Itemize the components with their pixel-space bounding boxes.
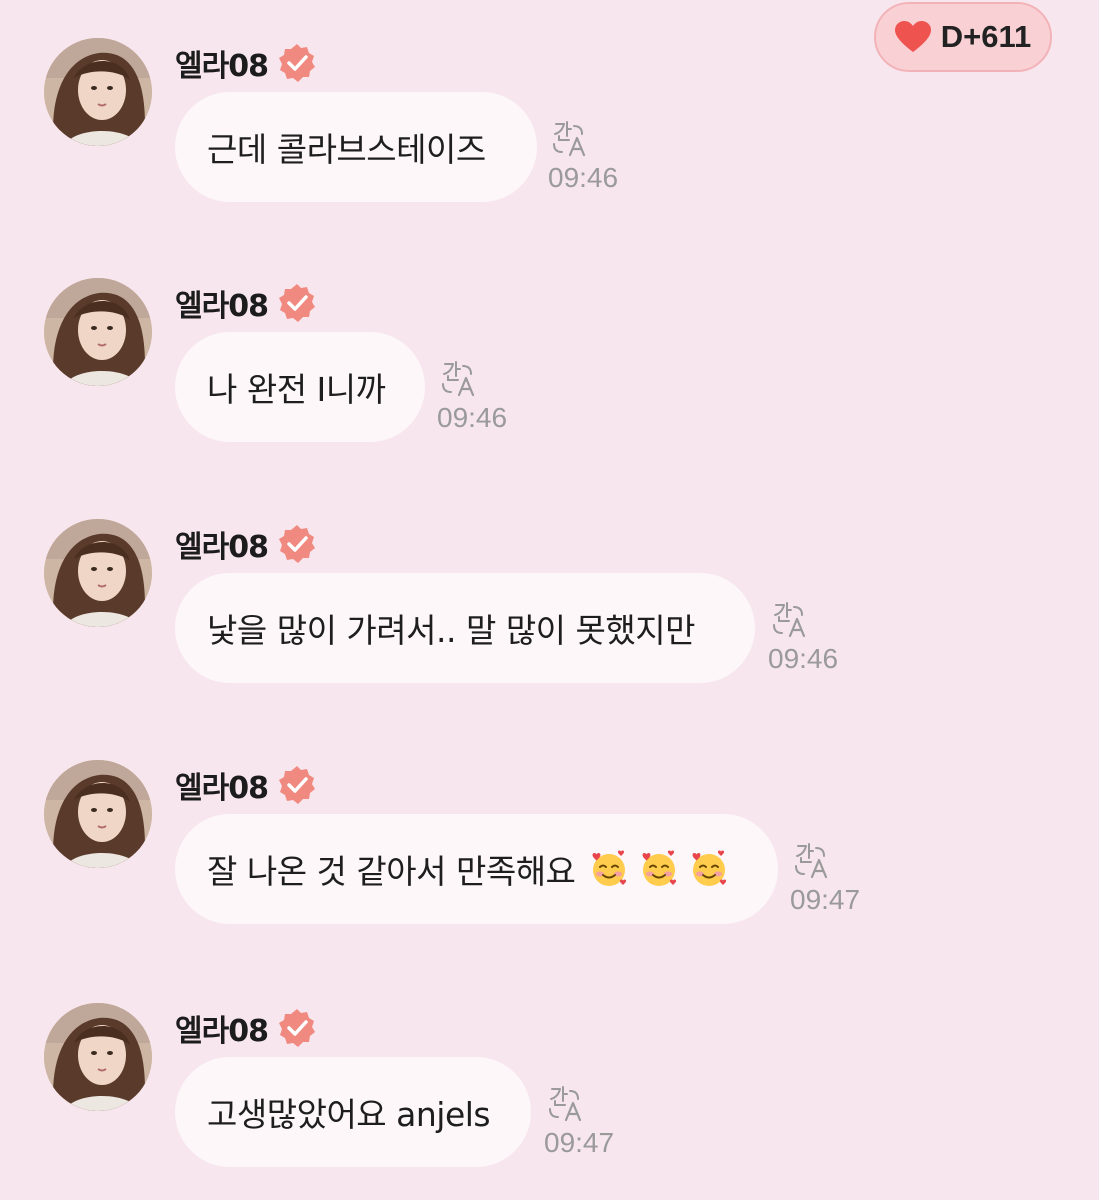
message-bubble[interactable]: 낯을 많이 가려서.. 말 많이 못했지만 (175, 573, 755, 683)
message-text: 고생많았어요 anjels (207, 1095, 491, 1134)
message-time: 09:46 (437, 402, 508, 433)
sender-row: 엘라08 (175, 522, 318, 566)
verified-badge-icon (276, 42, 318, 84)
sender-row: 엘라08 (175, 763, 318, 807)
message-meta: 09:47 (790, 840, 860, 916)
message-meta: 09:47 (544, 1083, 614, 1159)
translate-icon[interactable] (546, 1083, 586, 1123)
verified-badge-icon (276, 1007, 318, 1049)
smiling-face-with-hearts-icon (642, 850, 677, 886)
message-time: 09:46 (768, 643, 839, 674)
message-bubble[interactable]: 고생많았어요 anjels (175, 1057, 531, 1167)
avatar[interactable] (44, 38, 152, 146)
sender-name: 엘라08 (175, 771, 269, 806)
translate-icon[interactable] (439, 358, 479, 398)
verified-badge-icon (276, 282, 318, 324)
sender-row: 엘라08 (175, 41, 318, 85)
avatar[interactable] (44, 1003, 152, 1111)
message-meta: 09:46 (437, 358, 507, 434)
verified-badge-icon (276, 764, 318, 806)
translate-icon[interactable] (770, 599, 810, 639)
verified-badge-icon (276, 523, 318, 565)
message-bubble[interactable]: 근데 콜라브스테이즈 (175, 92, 537, 202)
sender-row: 엘라08 (175, 1006, 318, 1050)
avatar[interactable] (44, 519, 152, 627)
message-text: 낯을 많이 가려서.. 말 많이 못했지만 (207, 611, 695, 650)
sender-name: 엘라08 (175, 49, 269, 84)
emoji-group (583, 849, 729, 889)
avatar[interactable] (44, 278, 152, 386)
dday-badge[interactable]: D+611 (874, 2, 1052, 72)
message-meta: 09:46 (768, 599, 838, 675)
heart-icon (894, 21, 931, 52)
message-bubble[interactable]: 잘 나온 것 같아서 만족해요 (175, 814, 778, 924)
message-time: 09:46 (548, 162, 619, 193)
sender-name: 엘라08 (175, 1014, 269, 1049)
message-text: 근데 콜라브스테이즈 (207, 130, 486, 169)
message-text: 나 완전 I니까 (207, 370, 386, 409)
message-text: 잘 나온 것 같아서 만족해요 (207, 852, 576, 891)
message-meta: 09:46 (548, 118, 618, 194)
sender-name: 엘라08 (175, 530, 269, 565)
message-time: 09:47 (544, 1127, 615, 1158)
smiling-face-with-hearts-icon (692, 850, 727, 886)
sender-row: 엘라08 (175, 281, 318, 325)
avatar[interactable] (44, 760, 152, 868)
smiling-face-with-hearts-icon (592, 850, 627, 886)
dday-label: D+611 (940, 19, 1032, 54)
translate-icon[interactable] (792, 840, 832, 880)
sender-name: 엘라08 (175, 289, 269, 324)
message-time: 09:47 (790, 884, 861, 915)
message-bubble[interactable]: 나 완전 I니까 (175, 332, 425, 442)
translate-icon[interactable] (550, 118, 590, 158)
